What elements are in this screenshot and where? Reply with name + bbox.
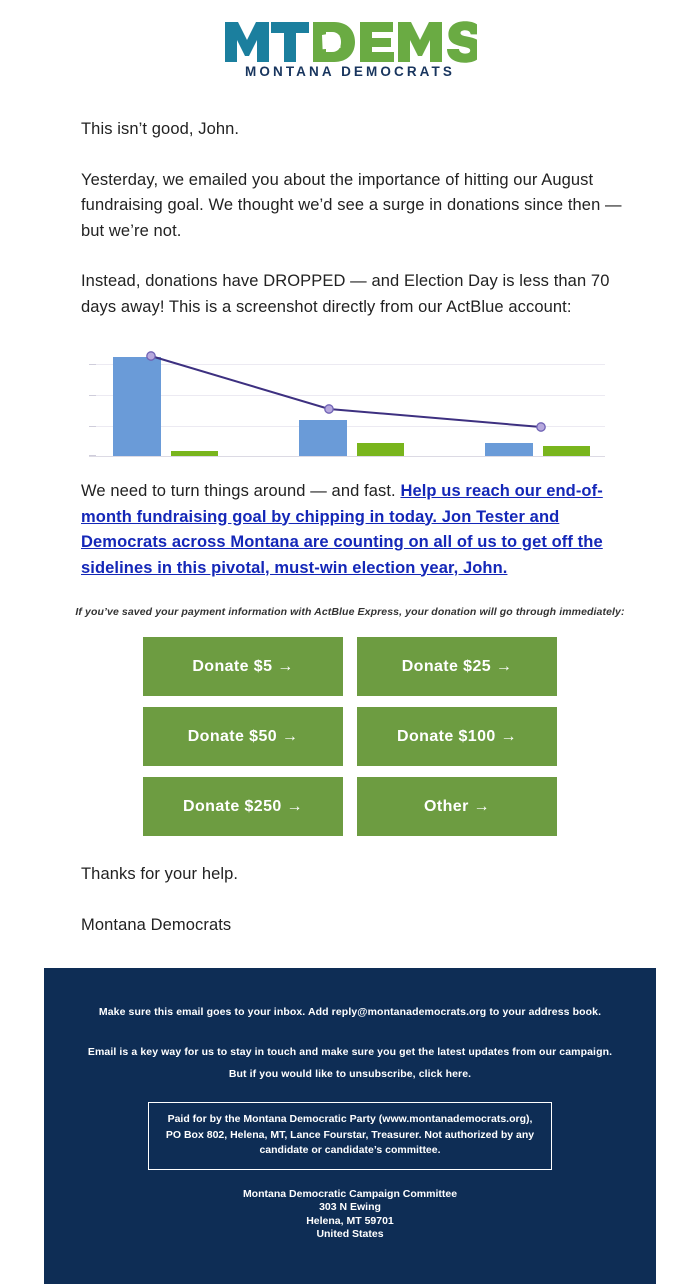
email-footer: Make sure this email goes to your inbox.… [44, 968, 656, 1284]
closing-section: Thanks for your help. Montana Democrats [0, 840, 700, 938]
thanks-text: Thanks for your help. [81, 865, 239, 883]
unsubscribe-link[interactable]: unsubscribe, click here [349, 1068, 468, 1080]
address-country: United States [316, 1228, 384, 1240]
email-page: MONTANA DEMOCRATS This isn’t good, John.… [0, 0, 700, 1284]
paid-for-disclaimer: Paid for by the Montana Democratic Party… [148, 1102, 552, 1170]
stay-in-touch-line: Email is a key way for us to stay in tou… [87, 1046, 613, 1058]
donate-25-button[interactable]: Donate $25 → [357, 637, 557, 696]
donate-5-button[interactable]: Donate $5 → [143, 637, 343, 696]
unsubscribe-line: But if you would like to unsubscribe, cl… [72, 1066, 628, 1082]
address-street: 303 N Ewing [319, 1201, 381, 1213]
cta-lead-text: We need to turn things around — and fast… [81, 482, 401, 500]
mailing-address: Montana Democratic Campaign Committee 30… [72, 1188, 628, 1242]
signature-text: Montana Democrats [81, 915, 232, 934]
inbox-notice: Make sure this email goes to your inbox.… [98, 1006, 602, 1018]
donate-button-grid: Donate $5 → Donate $25 → Donate $50 → Do… [143, 637, 557, 840]
paragraph-3: We need to turn things around — and fast… [81, 479, 638, 581]
cta-section: We need to turn things around — and fast… [0, 479, 700, 581]
actblue-express-note: If you’ve saved your payment information… [75, 606, 625, 618]
donate-other-button[interactable]: Other → [357, 777, 557, 836]
donate-100-button[interactable]: Donate $100 → [357, 707, 557, 766]
actblue-chart-screenshot [0, 345, 700, 457]
chart-line-marker [146, 351, 156, 361]
unsubscribe-period: . [468, 1068, 472, 1080]
paragraph-1: Yesterday, we emailed you about the impo… [81, 170, 622, 240]
donations-bar-chart [89, 345, 605, 457]
chart-trend-line [146, 351, 546, 432]
footer-spacer [72, 1242, 628, 1254]
donate-50-button[interactable]: Donate $50 → [143, 707, 343, 766]
chart-line-marker [536, 422, 546, 432]
email-body: This isn’t good, John. Yesterday, we ema… [0, 117, 700, 320]
mt-dems-logo: MONTANA DEMOCRATS [225, 21, 477, 79]
paragraph-2: Instead, donations have DROPPED — and El… [81, 272, 610, 316]
chart-line-marker [324, 404, 334, 414]
logo-header: MONTANA DEMOCRATS [0, 0, 700, 95]
address-city: Helena, MT 59701 [306, 1214, 394, 1227]
svg-text:MONTANA DEMOCRATS: MONTANA DEMOCRATS [245, 64, 455, 79]
unsubscribe-lead: But if you would like to [228, 1068, 350, 1080]
greeting-text: This isn’t good, John. [81, 120, 240, 138]
address-org: Montana Democratic Campaign Committee [242, 1187, 458, 1200]
donate-250-button[interactable]: Donate $250 → [143, 777, 343, 836]
